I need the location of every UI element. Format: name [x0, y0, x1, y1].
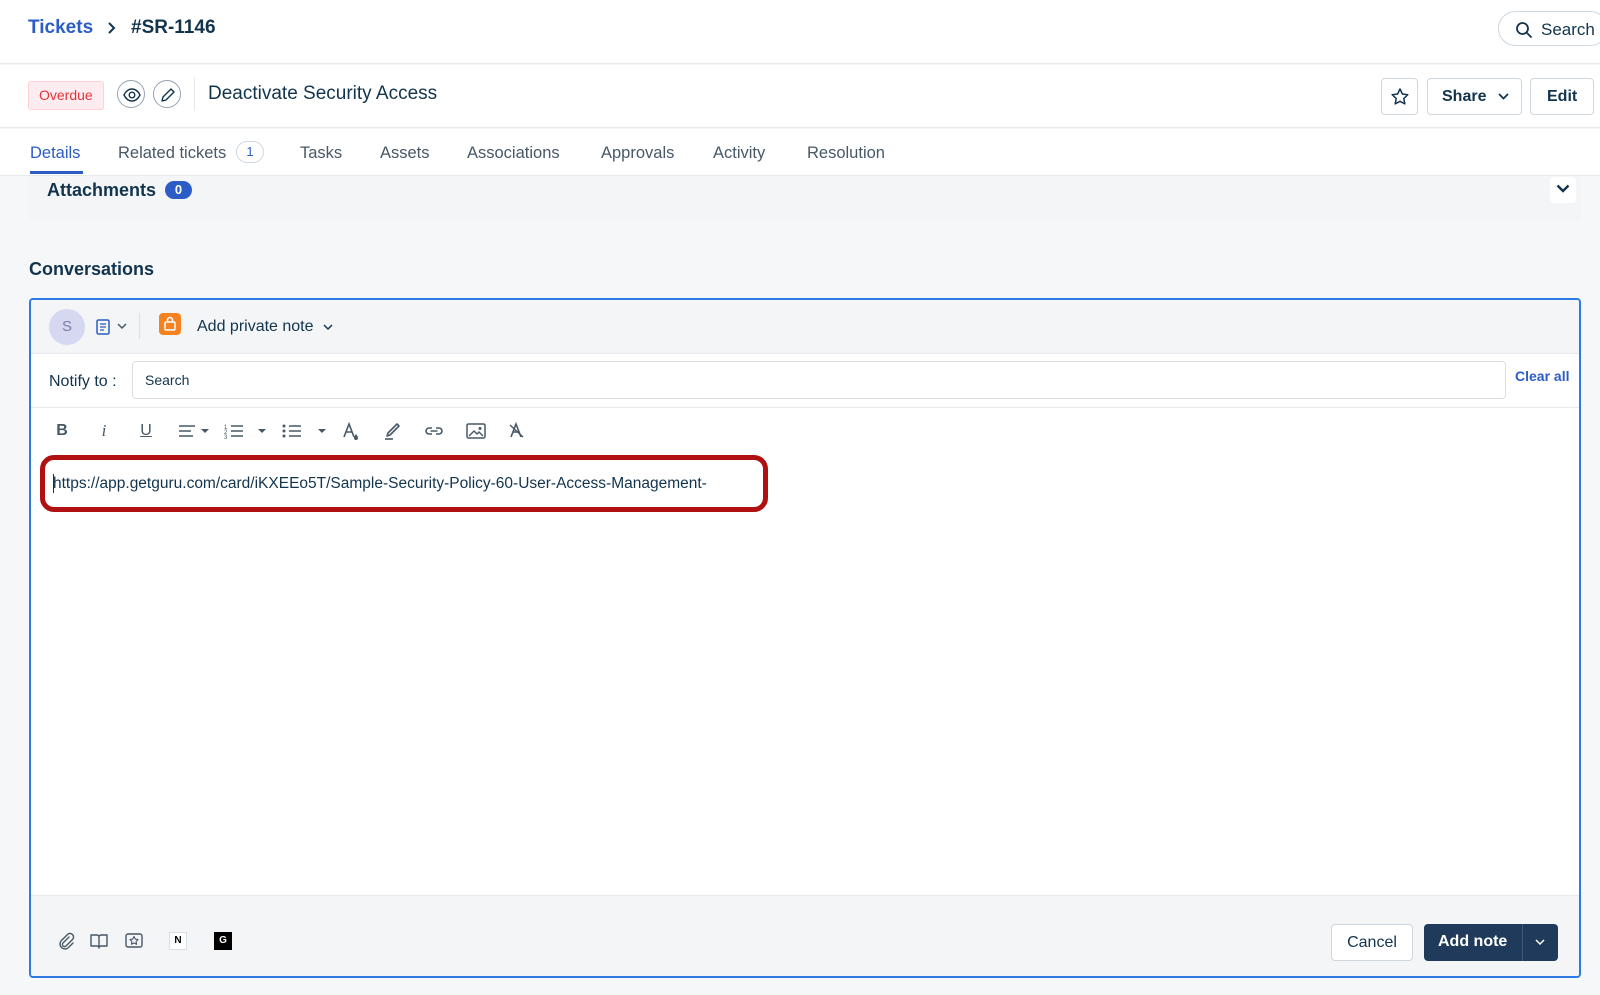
breadcrumb-tickets-link[interactable]: Tickets: [28, 17, 93, 39]
active-tab-indicator: [30, 171, 83, 174]
numbered-list-options-icon[interactable]: [255, 420, 269, 442]
chevron-down-icon[interactable]: [323, 324, 333, 331]
editor-header: S Add private note: [31, 300, 1579, 354]
underline-button[interactable]: U: [137, 420, 155, 442]
canned-response-icon[interactable]: [125, 932, 143, 950]
private-note-badge: [159, 313, 181, 335]
tab-related-tickets[interactable]: Related tickets: [118, 144, 226, 163]
guru-app-icon[interactable]: G: [214, 932, 232, 950]
notify-row: Notify to : Clear all: [31, 355, 1579, 408]
share-button[interactable]: Share: [1427, 78, 1522, 115]
lock-icon: [164, 316, 176, 331]
svg-text:3: 3: [224, 435, 228, 441]
notion-app-icon[interactable]: N: [169, 932, 187, 950]
tab-resolution[interactable]: Resolution: [807, 144, 885, 163]
bullet-list-icon[interactable]: [281, 420, 303, 442]
highlight-annotation: [40, 455, 768, 512]
bold-button[interactable]: B: [53, 420, 71, 442]
clear-format-icon[interactable]: [507, 420, 527, 442]
status-badge: Overdue: [28, 81, 104, 110]
tab-tasks[interactable]: Tasks: [300, 144, 342, 163]
pencil-icon: [161, 88, 175, 102]
add-note-label: Add note: [1438, 933, 1508, 950]
avatar[interactable]: S: [49, 309, 85, 345]
ticket-title: Deactivate Security Access: [208, 83, 438, 104]
breadcrumb-current: #SR-1146: [131, 17, 216, 38]
search-icon: [1516, 22, 1532, 38]
attachments-label: Attachments: [47, 180, 157, 200]
global-search-button[interactable]: Search: [1498, 11, 1600, 46]
share-label: Share: [1442, 88, 1487, 105]
add-note-button[interactable]: Add note: [1424, 924, 1558, 961]
cancel-button[interactable]: Cancel: [1331, 924, 1413, 961]
italic-button[interactable]: i: [96, 420, 112, 442]
tab-approvals[interactable]: Approvals: [601, 144, 674, 163]
notify-search-input[interactable]: [132, 361, 1506, 399]
editor-header-divider: [139, 313, 140, 339]
knowledge-base-icon[interactable]: [90, 932, 108, 950]
chevron-down-icon: [1498, 93, 1509, 100]
notify-label: Notify to :: [49, 373, 117, 390]
attachments-toggle[interactable]: [1550, 177, 1576, 203]
note-editor: S Add private note Notify to : Clear all…: [29, 298, 1581, 978]
tab-associations[interactable]: Associations: [467, 144, 560, 163]
paperclip-icon[interactable]: [57, 932, 75, 950]
ticket-header: Overdue Deactivate Security Access Share…: [0, 65, 1600, 128]
attachments-count: 0: [165, 181, 192, 199]
link-icon[interactable]: [423, 420, 445, 442]
text-color-icon[interactable]: [341, 420, 361, 442]
tab-activity[interactable]: Activity: [713, 144, 765, 163]
align-icon[interactable]: [177, 420, 213, 442]
star-icon: [1391, 88, 1409, 105]
note-type-selector[interactable]: Add private note: [197, 318, 314, 336]
chevron-down-icon: [1535, 939, 1545, 946]
highlighter-icon[interactable]: [383, 420, 403, 442]
bullet-list-options-icon[interactable]: [315, 420, 329, 442]
chevron-right-icon: [108, 22, 116, 34]
edit-button[interactable]: Edit: [1530, 78, 1594, 115]
top-bar: Tickets #SR-1146 Search: [0, 0, 1600, 64]
add-note-options-button[interactable]: [1522, 924, 1558, 961]
numbered-list-icon[interactable]: 123: [223, 420, 245, 442]
document-icon[interactable]: [95, 318, 111, 336]
edit-title-button[interactable]: [153, 80, 181, 108]
global-search-label: Search: [1541, 20, 1595, 39]
related-tickets-count: 1: [236, 141, 264, 163]
tab-assets[interactable]: Assets: [380, 144, 430, 163]
chevron-down-icon: [1556, 184, 1570, 193]
attachments-section: Attachments 0: [28, 177, 1581, 221]
editor-footer: N G Cancel Add note: [31, 895, 1579, 976]
eye-icon: [123, 88, 141, 102]
conversations-title: Conversations: [29, 259, 155, 279]
header-divider: [194, 77, 195, 111]
edit-label: Edit: [1547, 88, 1578, 105]
editor-body[interactable]: https://app.getguru.com/card/iKXEEo5T/Sa…: [31, 454, 1579, 894]
formatting-toolbar: B i U 123: [31, 408, 1579, 454]
favorite-button[interactable]: [1381, 78, 1418, 115]
image-icon[interactable]: [465, 420, 487, 442]
ticket-tabs: Details Related tickets 1 Tasks Assets A…: [0, 129, 1600, 176]
clear-all-link[interactable]: Clear all: [1515, 368, 1569, 384]
watch-button[interactable]: [117, 80, 145, 108]
tab-details[interactable]: Details: [30, 144, 80, 163]
chevron-down-icon[interactable]: [117, 323, 127, 330]
